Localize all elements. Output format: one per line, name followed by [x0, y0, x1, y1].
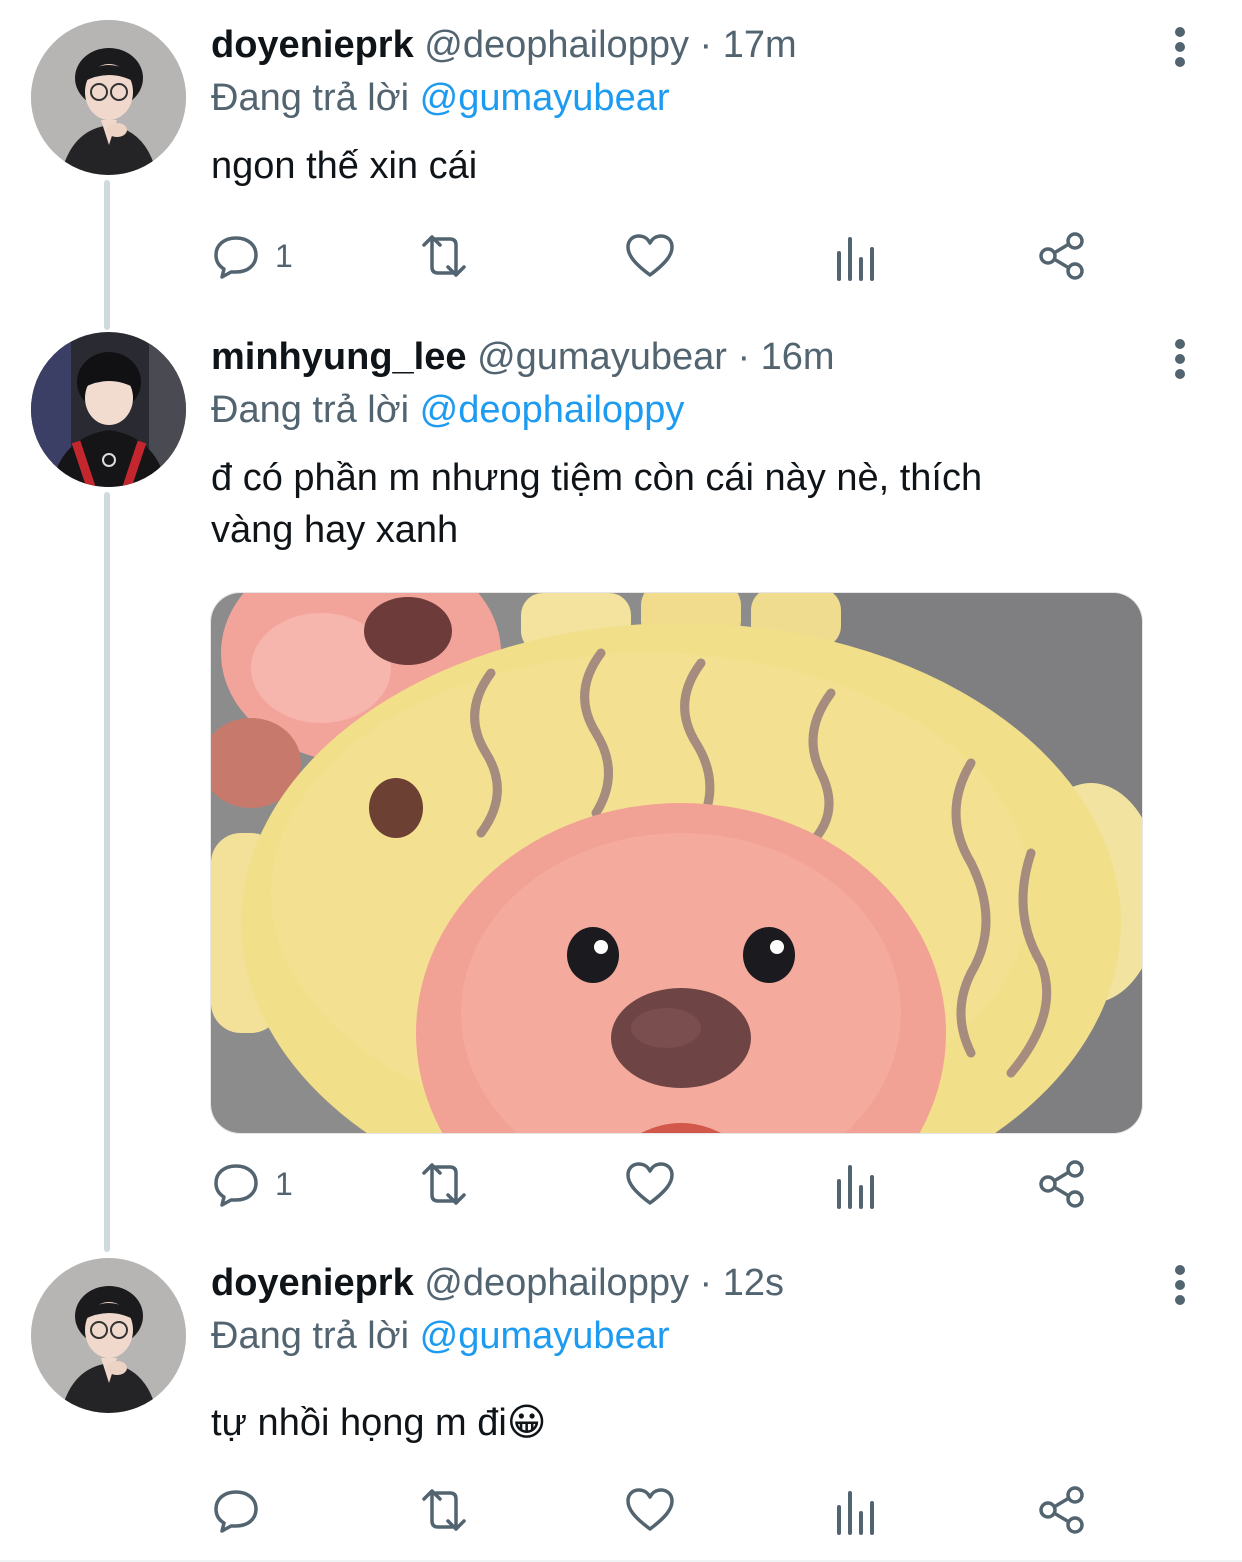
retweet-icon [422, 1489, 466, 1531]
retweet-button[interactable] [416, 1154, 472, 1214]
share-icon [1039, 232, 1084, 280]
action-bar: 1 [211, 1154, 1111, 1214]
tweet-header: doyenieprk @deophailoppy · 12s [211, 1260, 784, 1306]
timestamp[interactable]: · 17m [700, 24, 797, 66]
share-button[interactable] [1037, 226, 1087, 286]
analytics-icon [837, 1491, 874, 1535]
share-button[interactable] [1037, 1154, 1087, 1214]
replying-to-label: Đang trả lời [211, 77, 410, 119]
like-button[interactable] [624, 1480, 676, 1540]
user-handle[interactable]: @gumayubear [477, 336, 727, 378]
reply-count: 1 [275, 1165, 293, 1202]
mention-link[interactable]: @deophailoppy [420, 389, 685, 431]
heart-icon [626, 234, 674, 277]
replying-to-label: Đang trả lời [211, 389, 410, 431]
share-button[interactable] [1037, 1480, 1087, 1540]
timestamp[interactable]: · 12s [700, 1262, 784, 1304]
heart-icon [626, 1488, 674, 1531]
tweet-text-body: tự nhồi họng m đi [211, 1402, 507, 1444]
reply-button[interactable] [211, 1480, 275, 1540]
tweet-text: đ có phần m nhưng tiệm còn cái này nè, t… [211, 452, 1171, 556]
mention-link[interactable]: @gumayubear [420, 1315, 670, 1357]
analytics-icon [837, 1165, 874, 1209]
views-button[interactable] [834, 1480, 878, 1540]
reply-icon [214, 1490, 258, 1533]
avatar[interactable] [31, 1258, 186, 1413]
share-icon [1039, 1486, 1084, 1534]
reply-icon [214, 1164, 258, 1207]
reply-icon [214, 236, 258, 279]
more-vertical-icon[interactable] [1160, 24, 1200, 70]
grinning-emoji: 😀 [506, 1400, 547, 1444]
share-icon [1039, 1160, 1084, 1208]
tweet-text-line: vàng hay xanh [211, 509, 459, 551]
tweet[interactable]: doyenieprk @deophailoppy · 17m Đang trả … [0, 0, 1242, 310]
retweet-button[interactable] [416, 226, 472, 286]
views-button[interactable] [834, 1154, 878, 1214]
more-vertical-icon[interactable] [1160, 1262, 1200, 1308]
tweet[interactable]: doyenieprk @deophailoppy · 12s Đang trả … [0, 1238, 1242, 1560]
timestamp[interactable]: · 16m [737, 336, 834, 378]
replying-to: Đang trả lời @deophailoppy [211, 387, 684, 433]
user-handle[interactable]: @deophailoppy [424, 24, 689, 66]
replying-to-label: Đang trả lời [211, 1315, 410, 1357]
avatar[interactable] [31, 332, 186, 487]
replying-to: Đang trả lời @gumayubear [211, 1313, 670, 1359]
action-bar: 1 [211, 226, 1111, 286]
like-button[interactable] [624, 1154, 676, 1214]
tweet-text: ngon thế xin cái [211, 145, 478, 187]
reply-button[interactable]: 1 [211, 1154, 293, 1214]
replying-to: Đang trả lời @gumayubear [211, 75, 670, 121]
analytics-icon [837, 237, 874, 281]
tweet-media-photo[interactable] [210, 592, 1143, 1134]
user-handle[interactable]: @deophailoppy [424, 1262, 689, 1304]
retweet-icon [422, 1163, 466, 1205]
display-name[interactable]: minhyung_lee [211, 336, 467, 378]
display-name[interactable]: doyenieprk [211, 1262, 414, 1304]
tweet-header: minhyung_lee @gumayubear · 16m [211, 334, 835, 380]
heart-icon [626, 1162, 674, 1205]
retweet-icon [422, 235, 466, 277]
views-button[interactable] [834, 226, 878, 286]
like-button[interactable] [624, 226, 676, 286]
tweet-text: tự nhồi họng m đi😀 [211, 1396, 1171, 1449]
tweet-text-line: đ có phần m nhưng tiệm còn cái này nè, t… [211, 457, 983, 499]
reply-count: 1 [275, 237, 293, 274]
reply-button[interactable]: 1 [211, 226, 293, 286]
avatar[interactable] [31, 20, 186, 175]
tweet-header: doyenieprk @deophailoppy · 17m [211, 22, 797, 68]
more-vertical-icon[interactable] [1160, 336, 1200, 382]
mention-link[interactable]: @gumayubear [420, 77, 670, 119]
action-bar [211, 1480, 1111, 1540]
retweet-button[interactable] [416, 1480, 472, 1540]
display-name[interactable]: doyenieprk [211, 24, 414, 66]
